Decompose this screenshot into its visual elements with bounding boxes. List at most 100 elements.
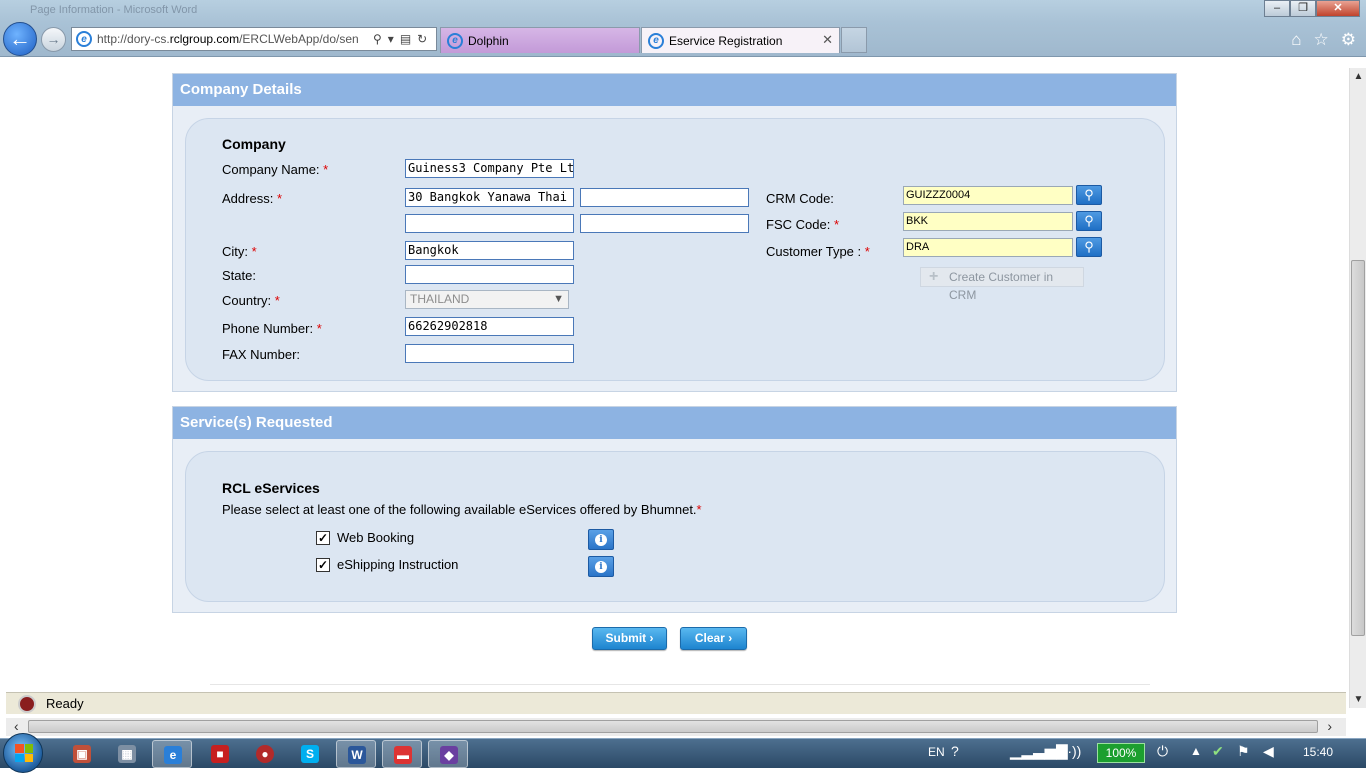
taskbar-app-viewer[interactable]: ◆	[428, 740, 468, 768]
taskbar: ▣ ▦ e ■ ● S W ▬ ◆ EN ? ▁▂▃▅▇ ((·)) 100% …	[0, 733, 1366, 773]
taskbar-app-paint[interactable]: ▣	[62, 740, 102, 768]
address-line4-input[interactable]	[580, 214, 749, 233]
taskbar-app-folder[interactable]: ▬	[382, 740, 422, 768]
company-group-title: Company	[222, 136, 286, 152]
eshipping-instruction-checkbox[interactable]: ✓	[316, 558, 330, 572]
tab-dolphin[interactable]: e Dolphin	[440, 27, 640, 53]
section-header: Service(s) Requested	[173, 407, 1176, 439]
refresh-icon[interactable]: ↻	[417, 32, 427, 46]
tab-eservice-registration[interactable]: e Eservice Registration ✕	[641, 27, 840, 53]
fsc-code-input[interactable]: BKK	[903, 212, 1073, 231]
browser-toolbar-icons: ⌂ ☆ ⚙	[1291, 30, 1356, 50]
maximize-button[interactable]: ❐	[1290, 0, 1316, 17]
windows-logo-icon	[15, 744, 33, 762]
vertical-scrollbar[interactable]: ▲ ▼	[1349, 68, 1366, 708]
help-icon[interactable]: ?	[951, 743, 959, 759]
country-label: Country: *	[222, 293, 280, 308]
fsc-code-search-button[interactable]: ⚲	[1076, 211, 1102, 231]
shield-icon[interactable]: ✔	[1212, 743, 1224, 760]
gear-icon[interactable]: ⚙	[1341, 30, 1356, 50]
crm-code-input[interactable]: GUIZZZ0004	[903, 186, 1073, 205]
language-indicator[interactable]: EN	[928, 745, 945, 759]
app-icon: ▣	[73, 745, 91, 763]
services-panel: RCL eServices Please select at least one…	[185, 451, 1165, 602]
customer-type-search-button[interactable]: ⚲	[1076, 237, 1102, 257]
customer-type-input[interactable]: DRA	[903, 238, 1073, 257]
button-label: Clear	[694, 631, 725, 645]
close-button[interactable]: ✕	[1316, 0, 1360, 17]
compat-view-icon[interactable]: ▤	[400, 32, 411, 46]
address-line3-input[interactable]	[405, 214, 574, 233]
status-text: Ready	[46, 696, 84, 711]
web-booking-checkbox[interactable]: ✓	[316, 531, 330, 545]
city-label: City: *	[222, 244, 257, 259]
search-icon: ⚲	[1084, 187, 1094, 202]
wireless-icon[interactable]: ((·))	[1058, 743, 1081, 759]
dropdown-icon[interactable]: ▾	[388, 32, 394, 46]
start-button[interactable]	[3, 733, 43, 773]
required-mark: *	[833, 217, 839, 232]
favorites-star-icon[interactable]: ☆	[1314, 30, 1329, 50]
back-button[interactable]: ←	[3, 22, 37, 56]
forward-button[interactable]: →	[41, 27, 66, 52]
button-label: Create Customer in CRM	[949, 270, 1054, 302]
state-input[interactable]	[405, 265, 574, 284]
home-icon[interactable]: ⌂	[1291, 30, 1301, 50]
taskbar-app-ie[interactable]: e	[152, 740, 192, 768]
clear-button[interactable]: Clear ›	[680, 627, 747, 650]
close-tab-icon[interactable]: ✕	[822, 32, 833, 48]
section-header: Company Details	[173, 74, 1176, 106]
submit-button[interactable]: Submit ›	[592, 627, 667, 650]
crm-code-search-button[interactable]: ⚲	[1076, 185, 1102, 205]
label-text: Customer Type :	[766, 244, 862, 259]
horizontal-scrollbar[interactable]: ‹ ›	[6, 718, 1346, 736]
taskbar-app-word[interactable]: W	[336, 740, 376, 768]
chevron-right-icon: ›	[649, 631, 654, 645]
required-mark: *	[696, 502, 702, 517]
search-icon[interactable]: ⚲	[373, 32, 382, 46]
minimize-button[interactable]: –	[1264, 0, 1290, 17]
address-line2-input[interactable]	[580, 188, 749, 207]
new-tab-button[interactable]	[841, 27, 867, 53]
instruction-text: Please select at least one of the follow…	[222, 502, 697, 517]
ie-icon: e	[164, 746, 182, 764]
clock[interactable]: 15:40	[1303, 745, 1333, 759]
taskbar-app-red[interactable]: ●	[245, 740, 285, 768]
label-text: Country:	[222, 293, 272, 308]
footer-divider	[210, 684, 1150, 685]
web-booking-info-button[interactable]: i	[588, 529, 614, 550]
fsc-code-label: FSC Code: *	[766, 217, 839, 232]
create-customer-crm-button[interactable]: + Create Customer in CRM	[920, 267, 1084, 302]
city-input[interactable]: Bangkok	[405, 241, 574, 260]
taskbar-app-pdf[interactable]: ■	[200, 740, 240, 768]
info-icon: i	[595, 534, 607, 546]
scroll-down-icon[interactable]: ▼	[1350, 691, 1366, 708]
company-name-input[interactable]: Guiness3 Company Pte Lt	[405, 159, 574, 178]
taskbar-app-calculator[interactable]: ▦	[107, 740, 147, 768]
required-mark: *	[276, 191, 282, 206]
flag-icon[interactable]: ⚑	[1237, 743, 1250, 760]
taskbar-app-skype[interactable]: S	[290, 740, 330, 768]
address-bar[interactable]: e http://dory-cs.rclgroup.com/ERCLWebApp…	[71, 27, 437, 51]
info-icon: i	[595, 561, 607, 573]
phone-input[interactable]: 66262902818	[405, 317, 574, 336]
speaker-icon[interactable]: ◀	[1263, 743, 1274, 760]
scroll-thumb[interactable]	[28, 720, 1318, 733]
address-label: Address: *	[222, 191, 282, 206]
address-line1-input[interactable]: 30 Bangkok Yanawa Thai	[405, 188, 574, 207]
fax-input[interactable]	[405, 344, 574, 363]
scroll-up-icon[interactable]: ▲	[1350, 68, 1366, 85]
ie-icon: e	[447, 32, 463, 49]
show-hidden-icons[interactable]: ▲	[1190, 744, 1202, 758]
scroll-left-icon[interactable]: ‹	[14, 718, 19, 734]
scroll-right-icon[interactable]: ›	[1327, 718, 1332, 734]
eshipping-instruction-info-button[interactable]: i	[588, 556, 614, 577]
pdf-icon: ■	[211, 745, 229, 763]
company-name-label: Company Name: *	[222, 162, 328, 177]
country-select[interactable]: THAILAND ▼	[405, 290, 569, 309]
scroll-thumb[interactable]	[1351, 260, 1365, 636]
chevron-right-icon: ›	[728, 631, 733, 645]
power-plug-icon[interactable]: ⏻	[1157, 743, 1168, 760]
url-text[interactable]: http://dory-cs.rclgroup.com/ERCLWebApp/d…	[97, 32, 367, 46]
battery-indicator[interactable]: 100%	[1097, 743, 1145, 763]
